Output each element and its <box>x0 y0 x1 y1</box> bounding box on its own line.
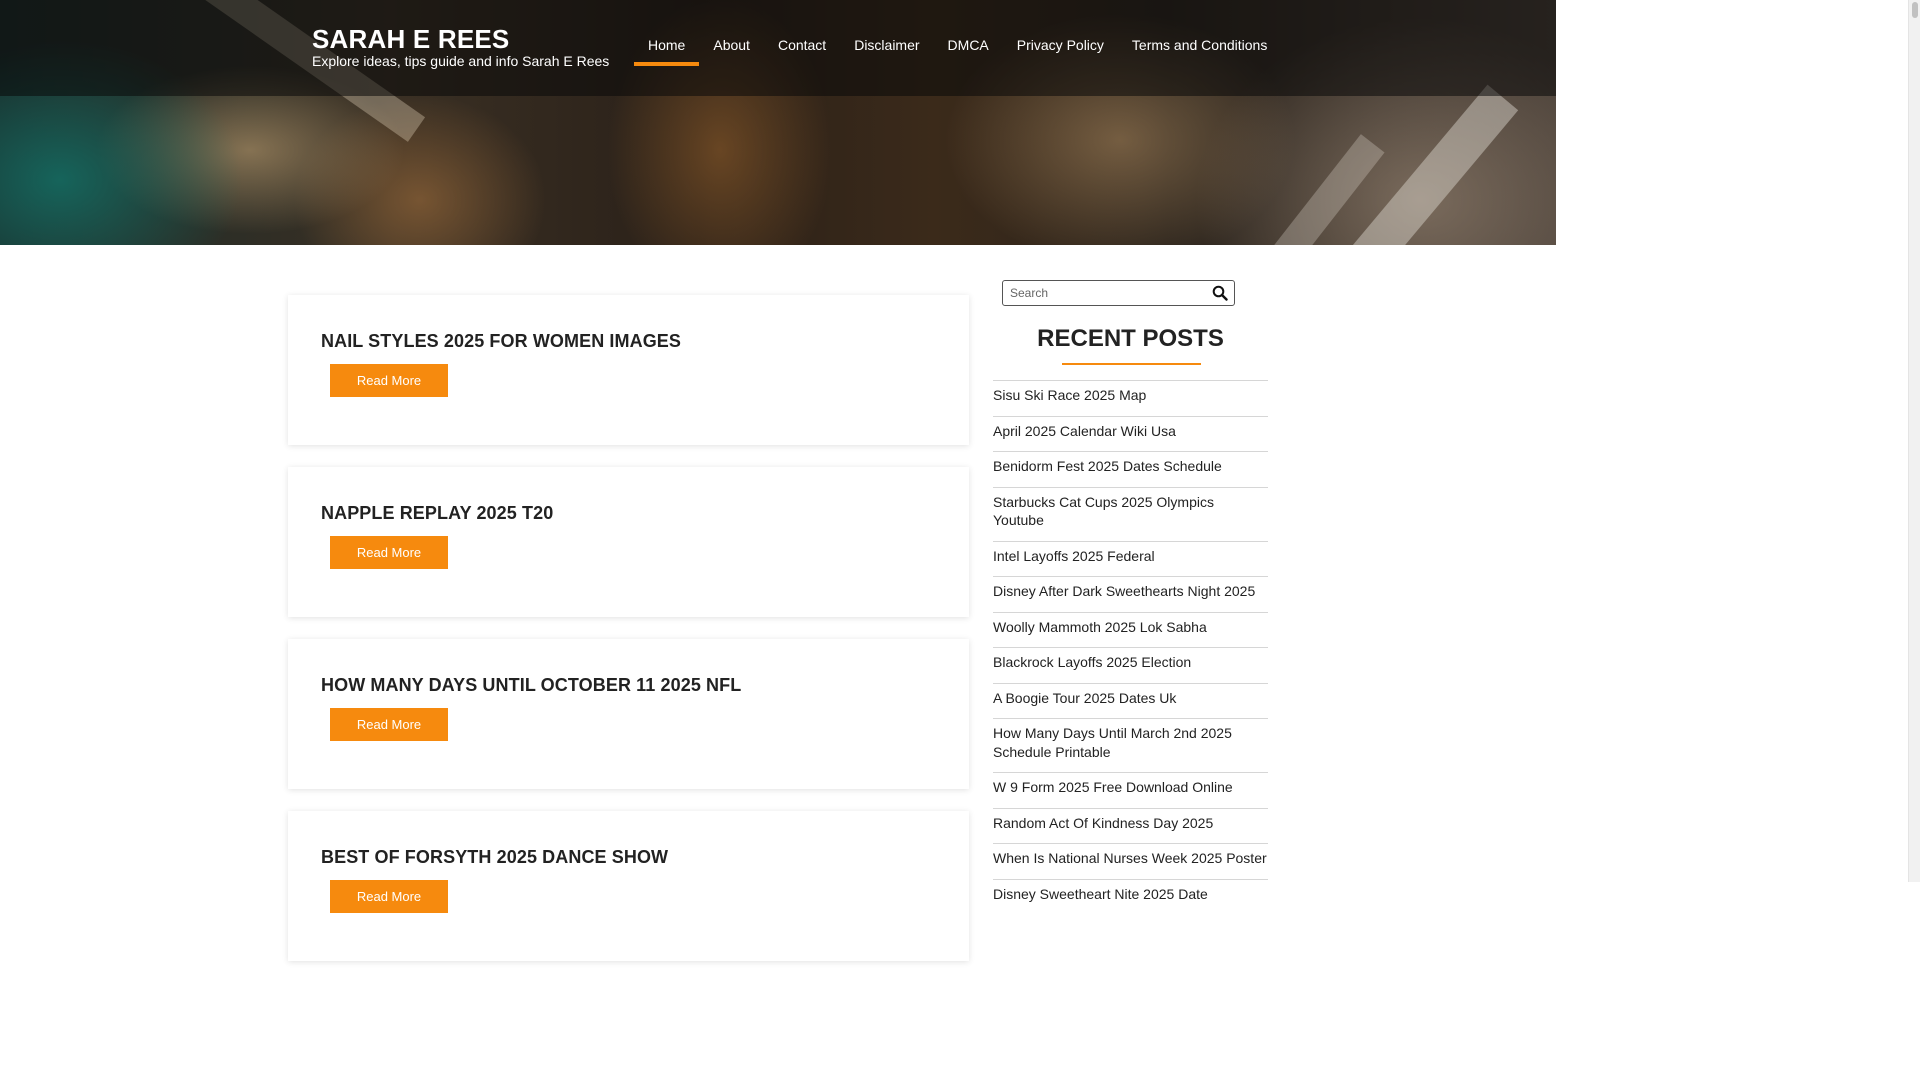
search-input[interactable] <box>1010 281 1210 305</box>
recent-post-link[interactable]: A Boogie Tour 2025 Dates Uk <box>993 682 1268 719</box>
recent-post-link[interactable]: Blackrock Layoffs 2025 Election <box>993 647 1268 683</box>
read-more-button[interactable]: Read More <box>330 536 448 569</box>
nav-item-contact[interactable]: Contact <box>764 24 840 66</box>
post-title[interactable]: BEST OF FORSYTH 2025 DANCE SHOW <box>321 847 668 868</box>
read-more-button[interactable]: Read More <box>330 364 448 397</box>
scrollbar-thumb[interactable] <box>1912 2 1918 18</box>
recent-post-link[interactable]: Intel Layoffs 2025 Federal <box>993 540 1268 577</box>
recent-post-link[interactable]: When Is National Nurses Week 2025 Poster <box>993 843 1268 879</box>
recent-post-link[interactable]: Disney Sweetheart Nite 2025 Date <box>993 878 1268 915</box>
recent-post-link[interactable]: Benidorm Fest 2025 Dates Schedule <box>993 451 1268 487</box>
recent-posts-list: Sisu Ski Race 2025 Map April 2025 Calend… <box>993 380 1268 914</box>
recent-post-link[interactable]: April 2025 Calendar Wiki Usa <box>993 415 1268 452</box>
nav-item-terms-and-conditions[interactable]: Terms and Conditions <box>1118 24 1281 66</box>
nav-item-dmca[interactable]: DMCA <box>934 24 1003 66</box>
recent-post-link[interactable]: Random Act Of Kindness Day 2025 <box>993 807 1268 844</box>
post-title[interactable]: NAIL STYLES 2025 FOR WOMEN IMAGES <box>321 331 681 352</box>
recent-post-link[interactable]: How Many Days Until March 2nd 2025 Sched… <box>993 718 1268 772</box>
nav-item-privacy-policy[interactable]: Privacy Policy <box>1003 24 1118 66</box>
recent-posts-heading: RECENT POSTS <box>1037 325 1224 352</box>
post-title[interactable]: NAPPLE REPLAY 2025 T20 <box>321 503 553 524</box>
nav-item-disclaimer[interactable]: Disclaimer <box>840 24 933 66</box>
nav-item-about[interactable]: About <box>699 24 764 66</box>
recent-post-link[interactable]: Sisu Ski Race 2025 Map <box>993 380 1268 416</box>
post-card: NAPPLE REPLAY 2025 T20 Read More <box>288 467 969 617</box>
post-card: NAIL STYLES 2025 FOR WOMEN IMAGES Read M… <box>288 295 969 445</box>
read-more-button[interactable]: Read More <box>330 708 448 741</box>
search-form <box>1002 280 1235 306</box>
nav-item-home[interactable]: Home <box>634 24 700 66</box>
heading-underline <box>1062 363 1201 365</box>
recent-post-link[interactable]: Woolly Mammoth 2025 Lok Sabha <box>993 611 1268 648</box>
recent-post-link[interactable]: Disney After Dark Sweethearts Night 2025 <box>993 576 1268 612</box>
read-more-button[interactable]: Read More <box>330 880 448 913</box>
site-title[interactable]: SARAH E REES <box>312 24 509 55</box>
post-title[interactable]: HOW MANY DAYS UNTIL OCTOBER 11 2025 NFL <box>321 675 741 696</box>
page-scrollbar[interactable] <box>1908 0 1920 882</box>
main-navigation: Home About Contact Disclaimer DMCA Priva… <box>634 24 1281 66</box>
search-icon[interactable] <box>1212 285 1228 301</box>
post-card: BEST OF FORSYTH 2025 DANCE SHOW Read Mor… <box>288 811 969 961</box>
recent-post-link[interactable]: W 9 Form 2025 Free Download Online <box>993 772 1268 808</box>
site-description: Explore ideas, tips guide and info Sarah… <box>312 53 610 69</box>
recent-post-link[interactable]: Starbucks Cat Cups 2025 Olympics Youtube <box>993 486 1268 541</box>
post-card: HOW MANY DAYS UNTIL OCTOBER 11 2025 NFL … <box>288 639 969 789</box>
